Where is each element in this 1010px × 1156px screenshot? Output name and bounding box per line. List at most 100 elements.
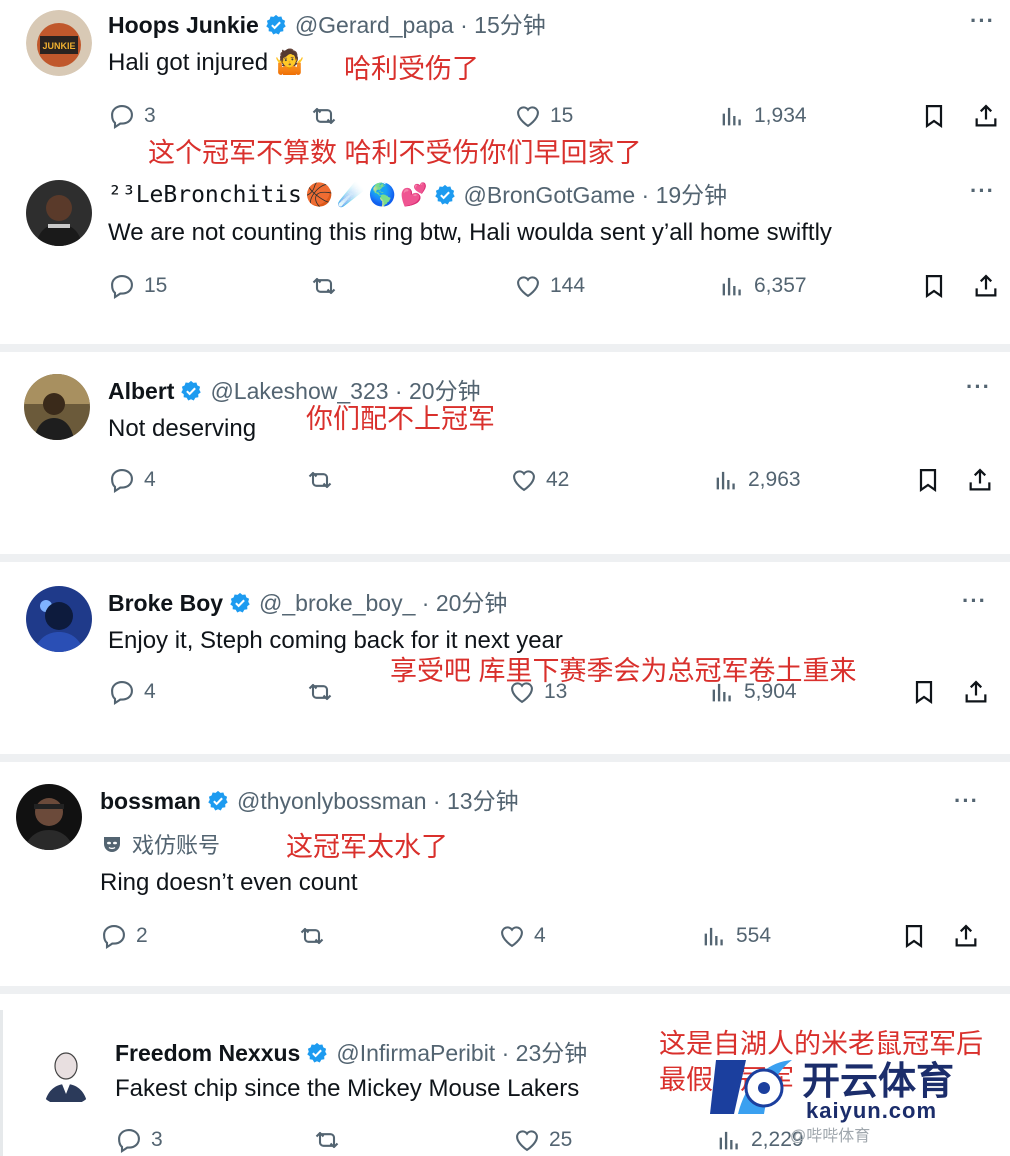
avatar-broke-boy[interactable] [26,586,92,652]
avatar-albert[interactable] [24,374,90,440]
share-button[interactable] [972,102,1000,130]
post-text: Not deserving [108,415,257,442]
reply-button[interactable]: 3 [108,102,156,130]
share-icon [975,274,997,297]
views-button[interactable]: 554 [700,922,771,950]
views-icon [716,471,735,490]
handle[interactable]: @InfirmaPeribit [336,1038,495,1068]
avatar-hoops-junkie[interactable]: JUNKIE [26,10,92,76]
share-icon [975,104,997,127]
display-name[interactable]: Broke Boy [108,588,223,618]
retweet-icon [312,107,336,125]
reply-button[interactable]: 4 [108,678,156,706]
views-button[interactable]: 1,934 [718,102,807,130]
timestamp[interactable]: 23分钟 [516,1038,588,1068]
reply-icon [111,681,133,706]
reply-count: 4 [144,680,156,703]
more-icon[interactable]: ··· [970,8,995,34]
timestamp[interactable]: 19分钟 [656,180,728,210]
more-icon[interactable]: ··· [966,374,991,400]
retweet-button[interactable] [306,678,334,706]
views-button[interactable]: 5,904 [708,678,797,706]
action-bar: 2 4 554 [0,922,1010,956]
more-icon[interactable]: ··· [962,588,987,614]
more-icon[interactable]: ··· [970,178,995,204]
views-icon [704,927,723,946]
like-count: 13 [544,680,568,703]
like-button[interactable]: 4 [498,922,546,950]
display-name[interactable]: Freedom Nexxus [115,1038,300,1068]
parody-label: 戏仿账号 [100,828,220,860]
watermark-title: 开云体育 [802,1061,955,1103]
display-name[interactable]: ²³LeBronchitis [108,180,302,210]
timestamp[interactable]: 20分钟 [436,588,508,618]
bookmark-button[interactable] [920,102,948,130]
like-button[interactable]: 144 [514,272,585,300]
retweet-icon [300,927,324,945]
parody-mask-icon [104,837,120,852]
retweet-button[interactable] [310,102,338,130]
bookmark-button[interactable] [920,272,948,300]
share-icon [965,680,987,703]
post-header: bossman @thyonlybossman · 13分钟 [100,786,519,816]
views-icon [722,107,741,126]
like-count: 25 [549,1128,573,1151]
retweet-button[interactable] [298,922,326,950]
like-button[interactable]: 42 [510,466,569,494]
timestamp[interactable]: 15分钟 [474,10,546,40]
reply-icon [111,469,133,494]
action-bar: 4 13 5,904 [0,678,1010,712]
parody-label-text: 戏仿账号 [132,833,221,858]
reply-icon [111,275,133,300]
reply-count: 2 [136,924,148,947]
action-bar: 15 144 6,357 [0,272,1010,306]
reply-button[interactable]: 15 [108,272,167,300]
handle[interactable]: @Gerard_papa [295,10,454,40]
display-name[interactable]: Albert [108,376,174,406]
post-1[interactable]: JUNKIE Hoops Junkie @Gerard_papa · 15分钟 … [0,0,1010,168]
like-button[interactable]: 15 [514,102,573,130]
post-2[interactable]: ²³LeBronchitis 🏀 ☄️ 🌎 💕 @BronGotGame · 1… [0,172,1010,344]
retweet-button[interactable] [310,272,338,300]
avatar-bossman[interactable] [16,784,82,850]
retweet-button[interactable] [313,1126,341,1154]
more-icon[interactable]: ··· [954,788,979,814]
views-button[interactable]: 6,357 [718,272,807,300]
share-button[interactable] [962,678,990,706]
handle[interactable]: @thyonlybossman [237,786,427,816]
handle[interactable]: @BronGotGame [464,180,636,210]
post-4[interactable]: Broke Boy @_broke_boy_ · 20分钟 ··· Enjoy … [0,570,1010,740]
avatar-lebronchitis[interactable] [26,180,92,246]
views-button[interactable]: 2,963 [712,466,801,494]
retweet-icon [308,683,332,701]
post-separator [0,554,1010,562]
like-icon [513,470,535,492]
dot-separator: · [453,12,475,38]
like-button[interactable]: 25 [513,1126,572,1154]
name-emojis: 🏀 ☄️ 🌎 💕 [306,184,428,206]
post-3[interactable]: Albert @Lakeshow_323 · 20分钟 ··· Not dese… [0,360,1010,520]
bookmark-button[interactable] [910,678,938,706]
display-name[interactable]: Hoops Junkie [108,10,259,40]
share-button[interactable] [952,922,980,950]
bookmark-button[interactable] [900,922,928,950]
verified-badge-icon [434,184,456,206]
display-name[interactable]: bossman [100,786,201,816]
bookmark-button[interactable] [914,466,942,494]
dot-separator: · [415,590,436,616]
handle[interactable]: @_broke_boy_ [259,588,415,618]
post-separator [0,344,1010,352]
reply-button[interactable]: 2 [100,922,148,950]
share-button[interactable] [966,466,994,494]
reply-button[interactable]: 4 [108,466,156,494]
like-button[interactable]: 13 [508,678,567,706]
post-5[interactable]: bossman @thyonlybossman · 13分钟 ··· 戏仿账号 … [0,770,1010,970]
bookmark-icon [925,104,943,129]
timestamp[interactable]: 13分钟 [447,786,519,816]
avatar-freedom-nexxus[interactable] [33,1040,99,1106]
share-button[interactable] [972,272,1000,300]
reply-count: 4 [144,468,156,491]
reply-button[interactable]: 3 [115,1126,163,1154]
dot-separator: · [426,788,447,814]
retweet-button[interactable] [306,466,334,494]
